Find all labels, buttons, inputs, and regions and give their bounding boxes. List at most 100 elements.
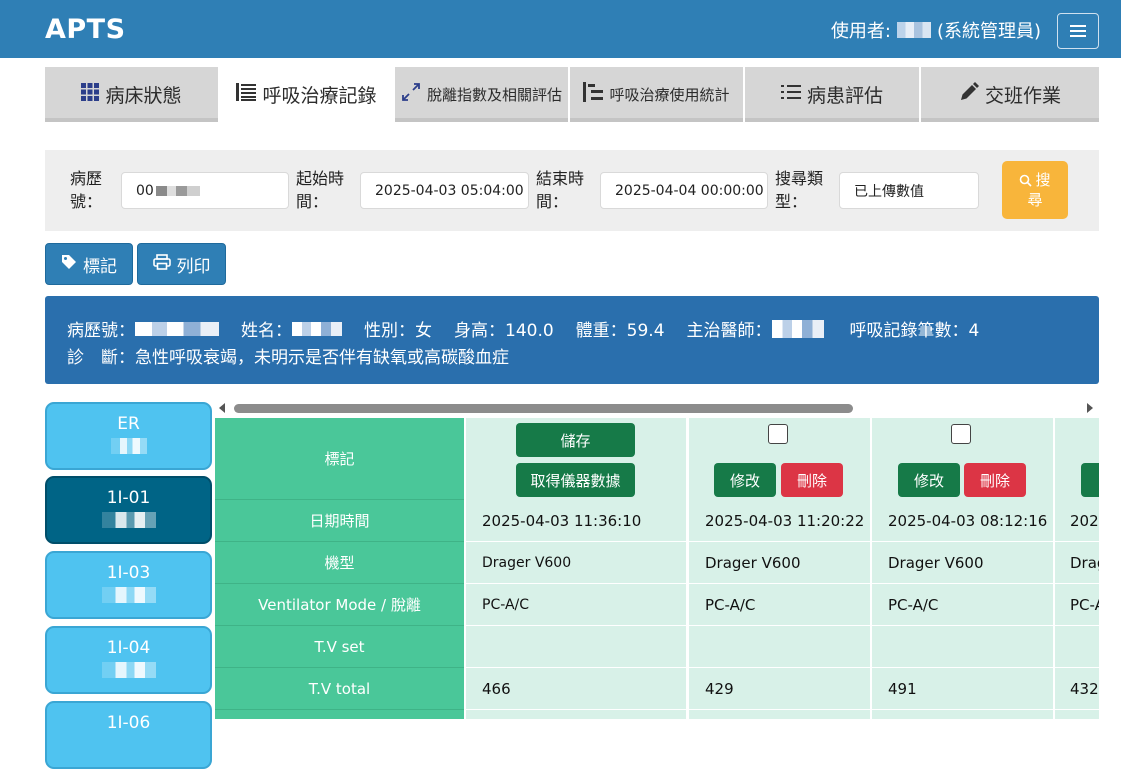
patient-doctor-label: 主治醫師：: [686, 321, 772, 341]
patient-info-line: 病歷號： 姓名： 性別：女 身高：140.0 體重：59.4 主治醫師： 呼吸記…: [67, 316, 979, 341]
bed-name: 1I-04: [106, 638, 151, 658]
user-role: (系統管理員): [936, 21, 1041, 42]
cell-next[interactable]: [466, 710, 686, 719]
tab-weaning-index[interactable]: 脫離指數及相關評估: [395, 67, 570, 122]
end-time-label: 結束時 間：: [536, 167, 584, 213]
bed-item-1i-04[interactable]: 1I-04: [45, 626, 212, 694]
tab-label: 呼吸治療使用統計: [609, 86, 730, 104]
tab-patient-assessment[interactable]: 病患評估: [745, 67, 921, 122]
cell-next: [1055, 710, 1099, 719]
patient-doctor-masked: [771, 319, 824, 338]
record-checkbox[interactable]: [951, 424, 971, 444]
cell-next: [872, 710, 1053, 719]
label-line: 起始時: [296, 169, 345, 188]
search-type-select[interactable]: 已上傳數值: [839, 172, 979, 209]
fetch-device-data-button[interactable]: 取得儀器數據: [516, 463, 635, 497]
patient-mrn-label: 病歷號：: [67, 321, 135, 341]
delete-button[interactable]: 刪除: [781, 463, 843, 497]
save-button[interactable]: 儲存: [516, 423, 635, 457]
tag-button[interactable]: 標記: [45, 243, 133, 285]
label-line: 搜尋類: [775, 169, 824, 188]
user-label: 使用者:: [830, 21, 891, 42]
mrn-masked: [155, 185, 200, 196]
mrn-input[interactable]: 00: [121, 172, 289, 209]
label-line: 病歷: [70, 169, 103, 188]
cell-mode[interactable]: PC-A/C: [466, 584, 686, 626]
label-line: 型：: [775, 192, 808, 211]
top-navbar: APTS 使用者: (系統管理員): [0, 0, 1121, 58]
cell-tv-total: 491: [872, 668, 1053, 710]
row-label-tv-set: T.V set: [215, 626, 464, 668]
checklist-icon: [780, 84, 801, 105]
edit-button[interactable]: [1081, 463, 1099, 497]
main-tabs: 病床狀態 呼吸治療記錄 脫離指數及相關評估 呼吸治療使用統計 病患評估 交班作業: [45, 67, 1099, 123]
print-button-label: 列印: [176, 256, 211, 277]
cell-datetime[interactable]: 2025-04-03 11:36:10: [466, 500, 686, 542]
bed-patient-masked: [110, 438, 147, 454]
row-label-tag: 標記: [215, 418, 464, 500]
mrn-value: 00: [136, 182, 154, 199]
menu-toggle-button[interactable]: [1057, 13, 1099, 49]
patient-name-masked: [292, 321, 342, 336]
record-checkbox[interactable]: [768, 424, 788, 444]
tag-button-label: 標記: [83, 256, 117, 277]
row-label-mode: Ventilator Mode / 脫離: [215, 584, 464, 626]
scrollbar-thumb[interactable]: [234, 404, 853, 413]
edit-button[interactable]: 修改: [714, 463, 776, 497]
tab-therapy-statistics[interactable]: 呼吸治療使用統計: [570, 67, 745, 122]
tab-label: 病床狀態: [105, 85, 182, 107]
patient-height: 身高：140.0: [454, 321, 554, 341]
end-time-input[interactable]: 2025-04-04 00:00:00: [600, 172, 768, 209]
cell-model: Drager V600: [872, 542, 1053, 584]
row-label-next: [215, 710, 464, 719]
print-button[interactable]: 列印: [137, 243, 226, 285]
bed-name: 1I-06: [106, 713, 151, 733]
bed-item-1i-01[interactable]: 1I-01: [45, 476, 212, 544]
label-line: 間：: [536, 192, 569, 211]
start-time-input[interactable]: 2025-04-03 05:04:00: [360, 172, 529, 209]
start-time-label: 起始時 間：: [296, 167, 344, 213]
patient-info-panel: 病歷號： 姓名： 性別：女 身高：140.0 體重：59.4 主治醫師： 呼吸記…: [45, 296, 1099, 384]
cell-tv-total: 429: [689, 668, 870, 710]
expand-icon: [401, 82, 421, 107]
tab-respiratory-records[interactable]: 呼吸治療記錄: [220, 67, 395, 122]
cell-mode: PC-A/C: [689, 584, 870, 626]
horizontal-scrollbar[interactable]: [217, 400, 1099, 418]
tab-shift-handover[interactable]: 交班作業: [921, 67, 1099, 122]
bed-patient-masked: [101, 662, 156, 678]
row-label-datetime: 日期時間: [215, 500, 464, 542]
tab-label: 交班作業: [984, 85, 1061, 107]
patient-record-count: 呼吸記錄筆數：4: [849, 321, 980, 341]
bed-item-er[interactable]: ER: [45, 402, 212, 470]
delete-button[interactable]: 刪除: [964, 463, 1026, 497]
cell-tv-total[interactable]: 466: [466, 668, 686, 710]
bed-name: 1I-01: [106, 488, 151, 508]
pencil-icon: [959, 82, 979, 107]
bed-name: ER: [117, 414, 140, 434]
bed-item-1i-06[interactable]: 1I-06: [45, 701, 212, 769]
grid-icon: [81, 83, 100, 106]
tab-label: 脫離指數及相關評估: [426, 86, 562, 104]
bed-patient-masked: [101, 512, 156, 528]
patient-name-label: 姓名：: [241, 321, 292, 341]
cell-next: [689, 710, 870, 719]
tab-bed-status[interactable]: 病床狀態: [45, 67, 220, 122]
scroll-right-icon[interactable]: [1087, 403, 1093, 413]
brand-logo[interactable]: APTS: [45, 14, 126, 45]
scroll-left-icon[interactable]: [219, 403, 225, 413]
cell-mode: PC-A/C: [872, 584, 1053, 626]
user-info: 使用者: (系統管理員): [831, 17, 1041, 43]
cell-tv-set[interactable]: [466, 626, 686, 668]
search-icon: [1020, 174, 1033, 187]
cell-tv-total: 432: [1055, 668, 1099, 710]
label-line: 間：: [296, 192, 329, 211]
search-button[interactable]: 搜 尋: [1002, 161, 1068, 219]
edit-button[interactable]: 修改: [898, 463, 960, 497]
cell-datetime: 2025-04-03 08:12:16: [872, 500, 1053, 542]
bed-item-1i-03[interactable]: 1I-03: [45, 551, 212, 619]
cell-tv-set: [689, 626, 870, 668]
cell-model[interactable]: Drager V600: [466, 542, 686, 584]
tag-icon: [61, 254, 77, 274]
tab-label: 病患評估: [806, 85, 883, 107]
cell-model: Drager V600: [689, 542, 870, 584]
